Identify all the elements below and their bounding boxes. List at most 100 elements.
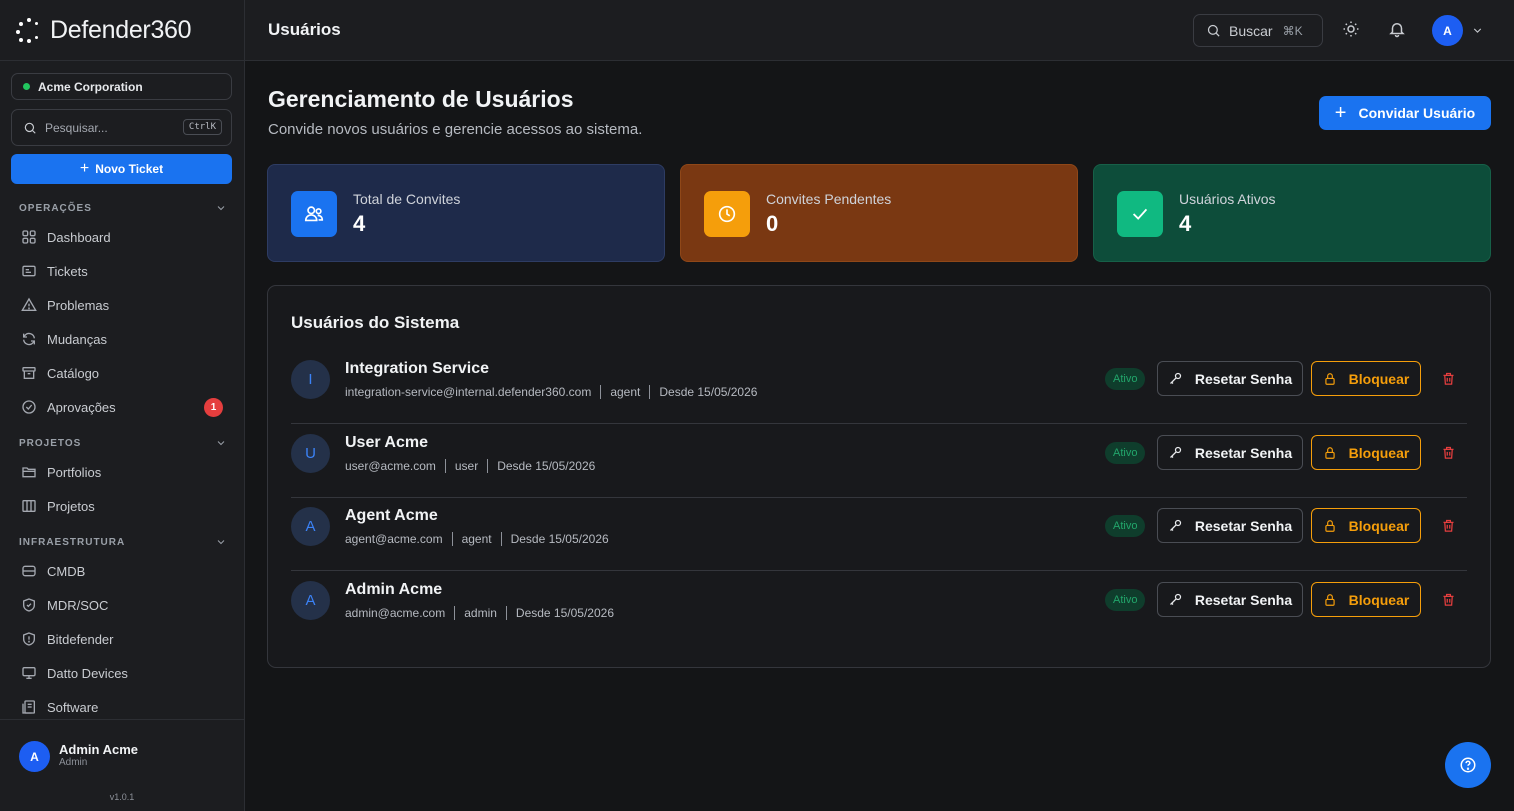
brand-name: Defender360 <box>50 15 192 44</box>
status-badge: Ativo <box>1105 515 1146 537</box>
trash-icon[interactable] <box>1441 371 1456 386</box>
user-email: agent@acme.com <box>345 532 443 546</box>
sidebar-item-label: Bitdefender <box>47 631 114 647</box>
page-subtitle: Convide novos usuários e gerencie acesso… <box>268 121 643 138</box>
user-meta: admin@acme.com admin Desde 15/05/2026 <box>345 606 614 620</box>
invite-user-button[interactable]: + Convidar Usuário <box>1319 96 1491 130</box>
user-email: admin@acme.com <box>345 606 446 620</box>
users-panel: Usuários do Sistema I Integration Servic… <box>267 285 1491 668</box>
stat-value: 4 <box>353 211 366 236</box>
sidebar-item-cmdb[interactable]: CMDB <box>21 559 231 583</box>
help-button[interactable] <box>1445 742 1491 788</box>
stat-label: Usuários Ativos <box>1179 191 1276 207</box>
plus-icon: + <box>79 160 90 177</box>
global-search-button[interactable]: Buscar ⌘K <box>1193 14 1323 47</box>
sidebar-item-projetos[interactable]: Projetos <box>21 494 231 518</box>
avatar: A <box>19 741 50 772</box>
chevron-down-icon[interactable] <box>1471 24 1484 37</box>
user-profile[interactable]: A Admin Acme Admin v1.0.1 <box>0 719 244 811</box>
sidebar-item-mudancas[interactable]: Mudanças <box>21 327 231 351</box>
folder-icon <box>22 467 36 478</box>
sun-icon[interactable] <box>1342 20 1360 38</box>
sidebar-item-label: MDR/SOC <box>47 597 109 613</box>
sidebar-item-label: Software <box>47 699 99 715</box>
section-label: OPERAÇÕES <box>19 202 92 214</box>
sidebar-item-label: Dashboard <box>47 229 111 245</box>
sidebar-item-aprovacoes[interactable]: Aprovações 1 <box>21 395 231 419</box>
lock-icon <box>1324 446 1335 459</box>
trash-icon[interactable] <box>1441 445 1456 460</box>
reset-password-button[interactable]: Resetar Senha <box>1157 508 1303 543</box>
sidebar-item-problemas[interactable]: Problemas <box>21 293 231 317</box>
user-since: Desde 15/05/2026 <box>659 385 758 399</box>
stat-value: 4 <box>1179 211 1192 236</box>
sidebar-search-input[interactable]: Pesquisar... CtrlK <box>11 109 232 146</box>
user-role: admin <box>464 606 497 620</box>
user-since: Desde 15/05/2026 <box>497 459 596 473</box>
stat-label: Total de Convites <box>353 191 461 207</box>
user-role: agent <box>461 532 492 546</box>
sidebar-item-portfolios[interactable]: Portfolios <box>21 460 231 484</box>
invite-user-label: Convidar Usuário <box>1358 105 1476 121</box>
org-switcher[interactable]: Acme Corporation <box>11 73 232 100</box>
sidebar-item-mdr-soc[interactable]: MDR/SOC <box>21 593 231 617</box>
sidebar-item-tickets[interactable]: Tickets <box>21 259 231 283</box>
reset-password-button[interactable]: Resetar Senha <box>1157 435 1303 470</box>
section-projetos[interactable]: PROJETOS <box>19 437 227 449</box>
trash-icon[interactable] <box>1441 518 1456 533</box>
trash-icon[interactable] <box>1441 592 1456 607</box>
user-email: integration-service@internal.defender360… <box>345 385 592 399</box>
lock-icon <box>1324 372 1335 385</box>
user-since: Desde 15/05/2026 <box>510 532 609 546</box>
logo-icon <box>16 17 42 43</box>
check-circle-icon <box>22 400 36 414</box>
sidebar-item-dashboard[interactable]: Dashboard <box>21 225 231 249</box>
package-icon <box>22 700 35 714</box>
new-ticket-label: Novo Ticket <box>95 162 164 176</box>
panel-title: Usuários do Sistema <box>291 313 460 332</box>
section-label: INFRAESTRUTURA <box>19 536 126 548</box>
user-row: I Integration Service integration-servic… <box>291 351 1467 424</box>
plus-icon: + <box>1334 102 1347 124</box>
user-role: Admin <box>59 757 88 768</box>
bell-icon[interactable] <box>1388 20 1406 38</box>
sidebar-item-bitdefender[interactable]: Bitdefender <box>21 627 231 651</box>
new-ticket-button[interactable]: + Novo Ticket <box>11 154 232 184</box>
brand[interactable]: Defender360 <box>0 0 244 61</box>
search-icon <box>1207 24 1220 37</box>
ticket-icon <box>22 265 36 277</box>
status-badge: Ativo <box>1105 368 1146 390</box>
sidebar-item-label: Problemas <box>47 297 110 313</box>
columns-icon <box>22 500 36 512</box>
sidebar-item-catalogo[interactable]: Catálogo <box>21 361 231 385</box>
avatar-button[interactable]: A <box>1432 15 1463 46</box>
sidebar-item-software[interactable]: Software <box>21 695 231 719</box>
reset-password-button[interactable]: Resetar Senha <box>1157 582 1303 617</box>
user-name: Integration Service <box>345 360 490 377</box>
block-user-button[interactable]: Bloquear <box>1311 435 1421 470</box>
key-icon <box>1169 372 1181 384</box>
chevron-down-icon <box>217 206 225 211</box>
user-meta: agent@acme.com agent Desde 15/05/2026 <box>345 532 609 546</box>
sidebar-item-datto-devices[interactable]: Datto Devices <box>21 661 231 685</box>
section-infraestrutura[interactable]: INFRAESTRUTURA <box>19 536 227 548</box>
reset-password-button[interactable]: Resetar Senha <box>1157 361 1303 396</box>
archive-icon <box>22 367 36 379</box>
user-role: user <box>454 459 479 473</box>
main-content: Gerenciamento de Usuários Convide novos … <box>245 61 1514 811</box>
block-user-button[interactable]: Bloquear <box>1311 582 1421 617</box>
reset-password-label: Resetar Senha <box>1194 370 1293 387</box>
block-user-button[interactable]: Bloquear <box>1311 508 1421 543</box>
block-user-button[interactable]: Bloquear <box>1311 361 1421 396</box>
refresh-icon <box>23 332 35 346</box>
reset-password-label: Resetar Senha <box>1194 517 1293 534</box>
section-operacoes[interactable]: OPERAÇÕES <box>19 202 227 214</box>
sidebar-item-label: Catálogo <box>47 365 100 381</box>
sidebar-item-label: Projetos <box>47 498 95 514</box>
status-badge: Ativo <box>1105 589 1146 611</box>
user-name: Agent Acme <box>345 507 438 524</box>
sidebar-item-label: Portfolios <box>47 464 102 480</box>
block-user-label: Bloquear <box>1348 444 1410 461</box>
user-name: Admin Acme <box>345 581 443 598</box>
user-name: User Acme <box>345 434 429 451</box>
